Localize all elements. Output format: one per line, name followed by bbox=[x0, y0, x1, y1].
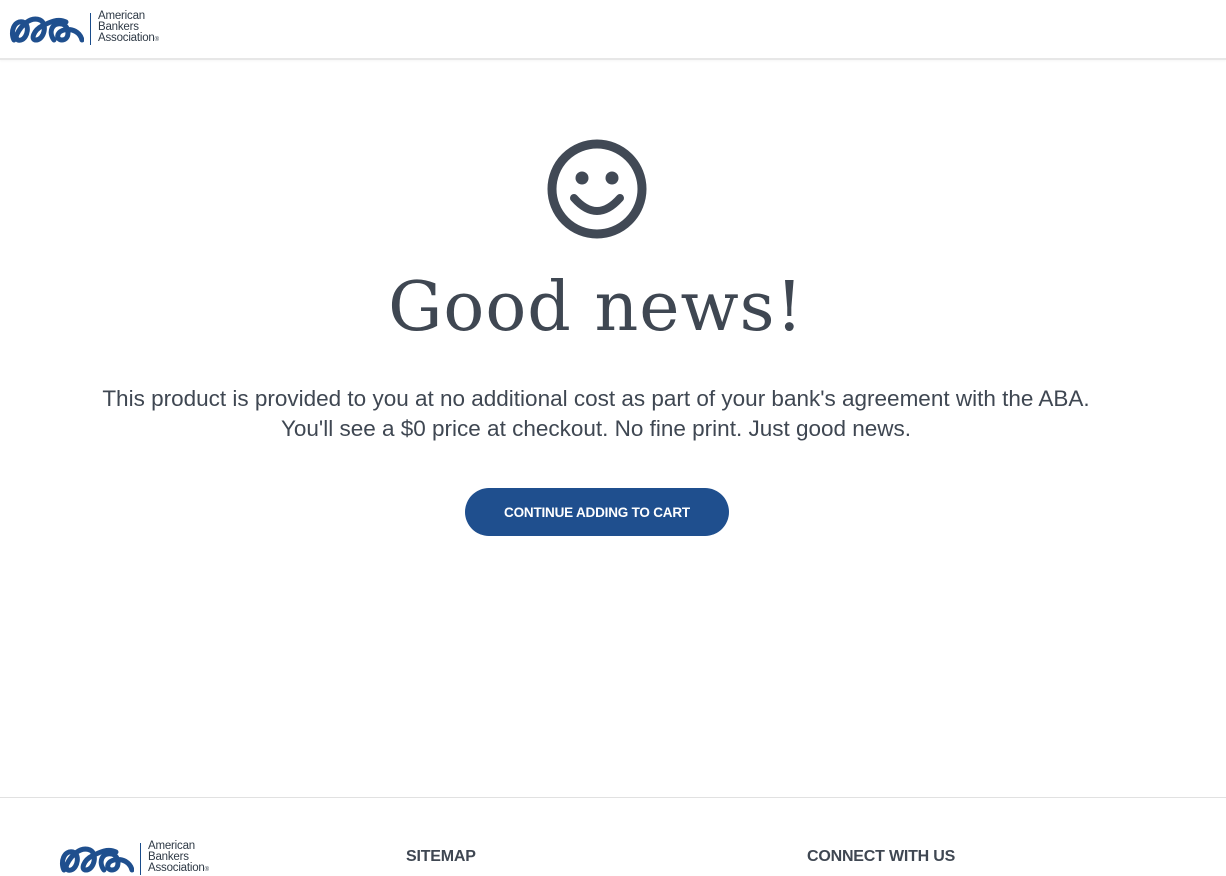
main-content: Good news! This product is provided to y… bbox=[0, 60, 1226, 797]
logo-registered-mark: ® bbox=[204, 867, 209, 873]
footer-sitemap-heading: SITEMAP bbox=[406, 848, 476, 865]
page-title: Good news! bbox=[388, 268, 804, 347]
logo-divider bbox=[90, 12, 91, 45]
aba-logo-mark-icon bbox=[59, 846, 134, 873]
info-message: This product is provided to you at no ad… bbox=[102, 386, 1090, 441]
footer-aba-logo[interactable]: American Bankers Association® bbox=[58, 840, 209, 876]
aba-logo[interactable]: American Bankers Association® bbox=[8, 10, 159, 46]
page: American Bankers Association® Good news!… bbox=[0, 0, 1226, 876]
site-footer: American Bankers Association® SITEMAP CO… bbox=[0, 797, 1226, 876]
logo-wordmark: American Bankers Association® bbox=[148, 840, 209, 876]
logo-registered-mark: ® bbox=[154, 37, 159, 43]
logo-line-3: Association® bbox=[148, 862, 209, 876]
continue-adding-to-cart-button[interactable]: CONTINUE ADDING TO CART bbox=[465, 488, 729, 536]
aba-logo-mark-icon bbox=[9, 16, 84, 43]
logo-line-3-text: Association bbox=[98, 32, 155, 44]
footer-connect-heading: CONNECT WITH US bbox=[807, 848, 956, 865]
site-header: American Bankers Association® bbox=[0, 0, 1226, 60]
smiley-icon bbox=[547, 139, 647, 239]
logo-line-3: Association® bbox=[98, 32, 159, 46]
logo-divider bbox=[140, 842, 141, 875]
logo-line-3-text: Association bbox=[148, 862, 205, 874]
logo-wordmark: American Bankers Association® bbox=[98, 10, 159, 46]
